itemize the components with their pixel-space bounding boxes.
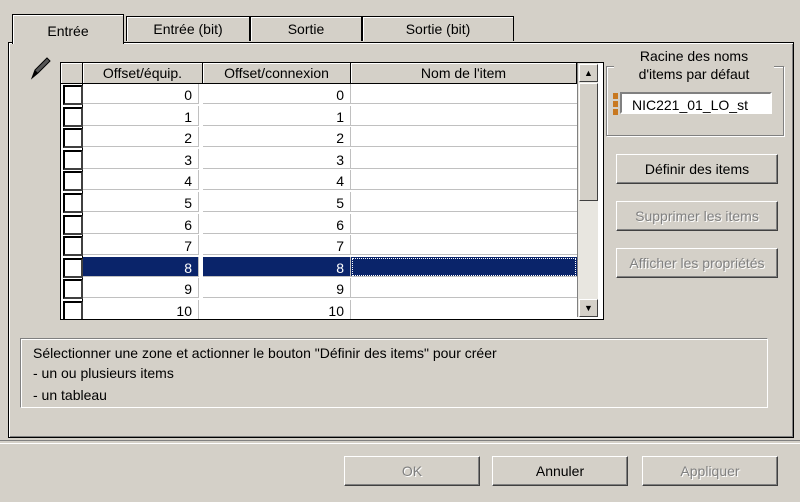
root-name-title-line1: Racine des noms <box>639 48 749 64</box>
root-name-title: Racine des noms d'items par défaut <box>614 47 774 83</box>
vertical-scrollbar[interactable]: ▲ ▼ <box>577 63 598 317</box>
tab-label: Entrée (bit) <box>153 21 223 37</box>
cell-offset-equip[interactable]: 5 <box>83 192 199 212</box>
cell-item-name[interactable] <box>351 278 577 299</box>
table-row[interactable]: 10 10 <box>61 300 577 319</box>
scroll-up-arrow-icon[interactable]: ▲ <box>579 64 598 82</box>
tab-strip: Entrée (bit) Sortie Sortie (bit) Entrée <box>8 14 608 44</box>
header-offset-connexion[interactable]: Offset/connexion <box>203 63 351 83</box>
cell-offset-connexion[interactable]: 7 <box>203 235 351 256</box>
table-row[interactable]: 22 <box>61 127 577 149</box>
pencil-icon <box>30 57 51 80</box>
cell-offset-connexion[interactable]: 1 <box>203 105 351 126</box>
tab-entree-bit[interactable]: Entrée (bit) <box>126 16 250 41</box>
divider <box>0 440 800 444</box>
cell-offset-equip[interactable]: 2 <box>83 127 199 148</box>
row-checkbox[interactable] <box>63 257 83 278</box>
cell-item-name[interactable] <box>351 84 577 104</box>
info-line-2: - un ou plusieurs items <box>33 365 174 381</box>
items-grid[interactable]: Offset/équip. Offset/connexion Nom de l'… <box>60 62 604 320</box>
tab-label: Sortie <box>287 21 325 37</box>
cell-offset-equip[interactable]: 1 <box>83 105 199 126</box>
tab-label: Entrée <box>47 23 89 39</box>
cell-offset-connexion[interactable]: 6 <box>203 213 351 234</box>
row-checkbox[interactable] <box>63 128 83 149</box>
root-name-input[interactable]: NIC221_01_LO_st <box>620 92 772 114</box>
tab-sortie-bit[interactable]: Sortie (bit) <box>362 16 514 41</box>
header-offset-equip[interactable]: Offset/équip. <box>83 63 203 83</box>
row-checkbox[interactable] <box>63 85 83 105</box>
cell-offset-connexion[interactable]: 3 <box>203 148 351 169</box>
info-box: Sélectionner une zone et actionner le bo… <box>20 338 768 408</box>
grid-header: Offset/équip. Offset/connexion Nom de l'… <box>61 63 577 84</box>
apply-button[interactable]: Appliquer <box>642 456 778 486</box>
required-marker-icon <box>613 93 618 115</box>
row-checkbox[interactable] <box>63 106 83 127</box>
table-row[interactable]: 11 <box>61 105 577 127</box>
cell-offset-connexion[interactable]: 5 <box>203 192 351 212</box>
cancel-button[interactable]: Annuler <box>492 456 628 486</box>
cell-offset-equip[interactable]: 0 <box>83 84 199 104</box>
table-row[interactable]: 88 <box>61 256 577 278</box>
table-row[interactable]: 55 <box>61 192 577 213</box>
cell-item-name[interactable] <box>351 300 577 319</box>
root-name-title-line2: d'items par défaut <box>638 66 750 82</box>
row-checkbox[interactable] <box>63 301 83 319</box>
row-checkbox[interactable] <box>63 193 83 213</box>
info-line-1: Sélectionner une zone et actionner le bo… <box>33 345 497 361</box>
ok-button[interactable]: OK <box>344 456 480 486</box>
tab-sortie[interactable]: Sortie <box>250 16 362 41</box>
cell-offset-equip[interactable]: 10 <box>83 300 199 319</box>
tab-entree[interactable]: Entrée <box>12 14 124 44</box>
header-corner <box>61 63 83 83</box>
cell-item-name[interactable] <box>351 192 577 212</box>
cell-offset-connexion[interactable]: 4 <box>203 170 351 191</box>
define-items-button[interactable]: Définir des items <box>616 154 778 184</box>
show-properties-button[interactable]: Afficher les propriétés <box>616 248 778 278</box>
cell-offset-equip[interactable]: 9 <box>83 278 199 299</box>
cell-item-name[interactable] <box>351 149 577 169</box>
cell-item-name[interactable] <box>351 235 577 256</box>
header-item-name[interactable]: Nom de l'item <box>351 63 577 83</box>
table-row[interactable]: 33 <box>61 148 577 170</box>
cell-offset-connexion[interactable]: 8 <box>203 256 351 277</box>
table-row[interactable]: 66 <box>61 213 577 235</box>
cell-item-name[interactable] <box>351 106 577 126</box>
cell-item-name[interactable] <box>351 170 577 191</box>
cell-offset-connexion[interactable]: 0 <box>203 84 351 104</box>
cell-offset-connexion[interactable]: 9 <box>203 278 351 299</box>
cell-offset-equip[interactable]: 3 <box>83 148 199 169</box>
cell-offset-equip[interactable]: 6 <box>83 213 199 234</box>
table-row[interactable]: 77 <box>61 235 577 257</box>
row-checkbox[interactable] <box>63 171 83 192</box>
row-checkbox[interactable] <box>63 149 83 170</box>
table-row[interactable]: 00 <box>61 84 577 105</box>
scroll-thumb[interactable] <box>579 83 598 201</box>
table-row[interactable]: 99 <box>61 278 577 300</box>
delete-items-button[interactable]: Supprimer les items <box>616 201 778 231</box>
row-checkbox[interactable] <box>63 236 83 257</box>
cell-offset-connexion[interactable]: 2 <box>203 127 351 148</box>
cell-offset-equip[interactable]: 8 <box>83 256 199 277</box>
tab-label: Sortie (bit) <box>405 21 471 37</box>
row-checkbox[interactable] <box>63 279 83 300</box>
cell-item-name[interactable] <box>351 127 577 148</box>
cell-item-name[interactable] <box>351 214 577 234</box>
cell-offset-equip[interactable]: 7 <box>83 235 199 256</box>
info-line-3: - un tableau <box>33 387 107 403</box>
cell-item-name[interactable] <box>351 256 577 277</box>
cell-offset-equip[interactable]: 4 <box>83 170 199 191</box>
row-checkbox[interactable] <box>63 214 83 235</box>
table-row[interactable]: 44 <box>61 170 577 192</box>
scroll-down-arrow-icon[interactable]: ▼ <box>579 299 598 317</box>
cell-offset-connexion[interactable]: 10 <box>203 300 351 319</box>
